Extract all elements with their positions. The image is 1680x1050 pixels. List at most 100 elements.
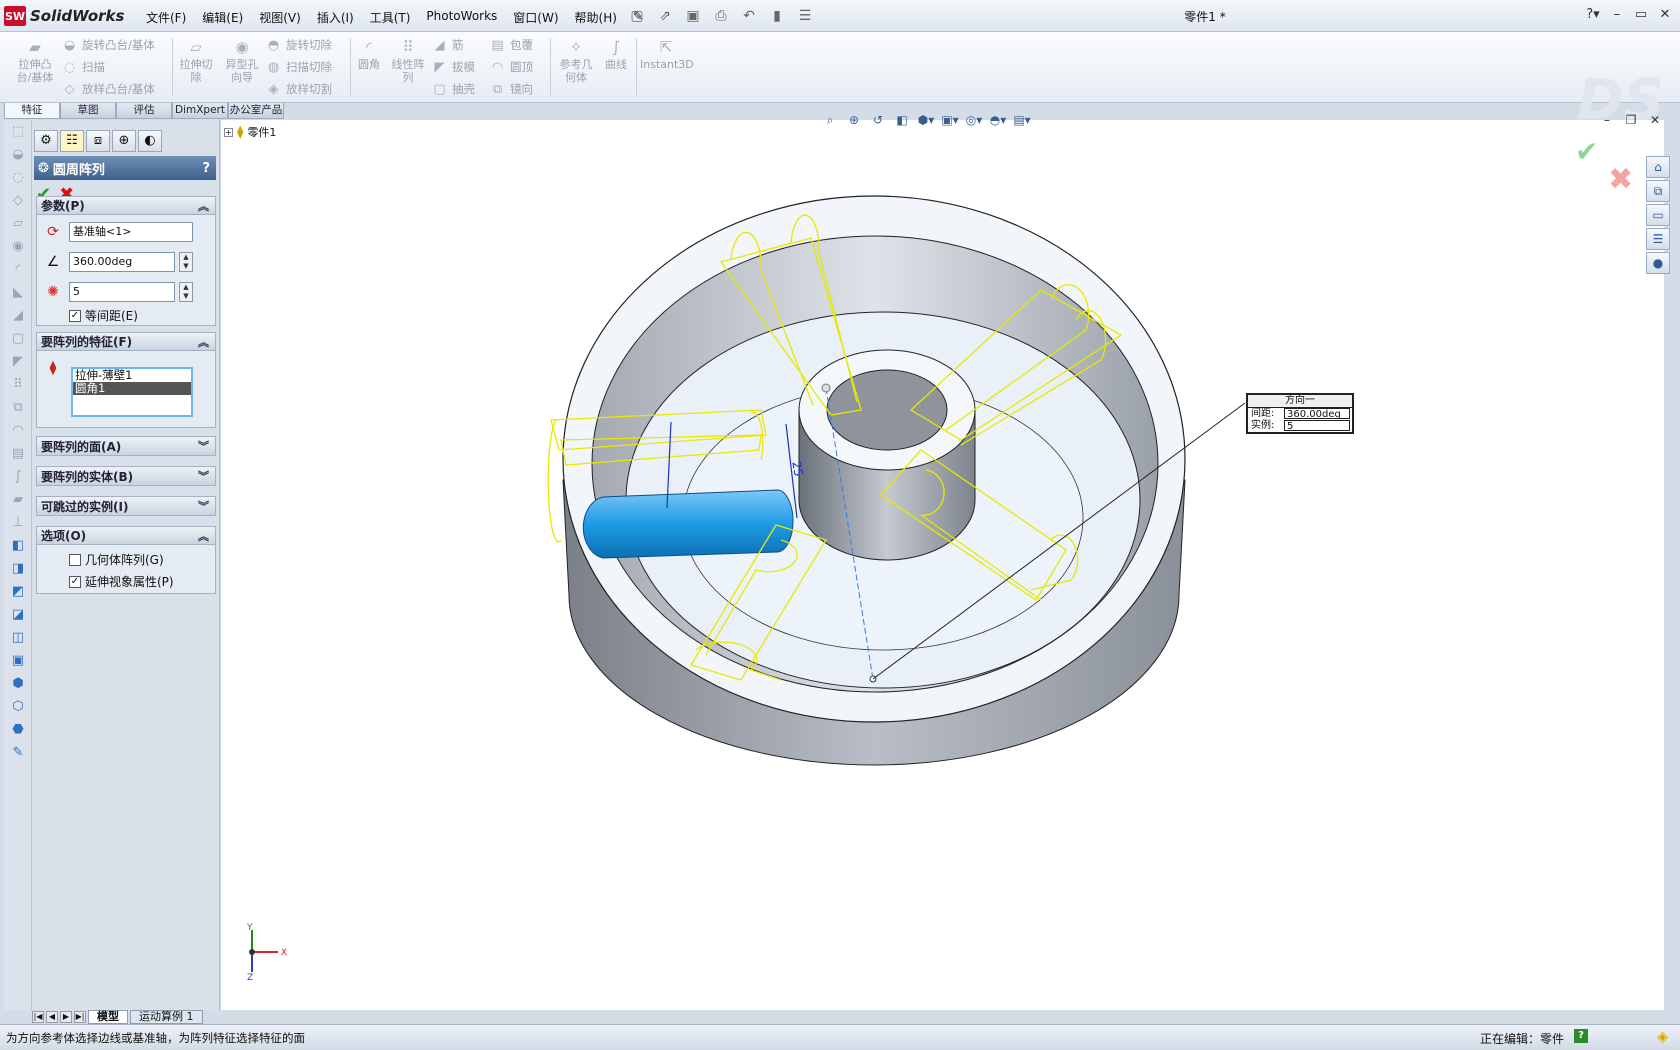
wrap-button[interactable]: ▤ 包覆 [490,35,533,55]
section-view-icon[interactable]: ◧ [892,111,912,129]
prev-tab-icon[interactable]: ◀ [46,1011,58,1023]
curve-icon[interactable]: ∫ [4,465,32,488]
options-header[interactable]: 选项(O) ︽ [37,527,215,545]
instant3d-button[interactable]: ⇱ Instant3D [640,38,694,71]
revolve-boss-button[interactable]: ◒ 旋转凸台/基体 [62,35,155,55]
draft-icon[interactable]: ◤ [4,350,32,373]
view-trimetric-icon[interactable]: ⬡ [4,695,32,718]
menu-help[interactable]: 帮助(H) [567,6,625,29]
next-tab-icon[interactable]: ▶ [60,1011,72,1023]
view-bottom-icon[interactable]: ▣ [4,649,32,672]
configuration-manager-tab-icon[interactable]: ⧈ [86,130,110,152]
view-left-icon[interactable]: ◩ [4,580,32,603]
save-icon[interactable]: ▣ [682,6,704,26]
chamfer-icon[interactable]: ◣ [4,281,32,304]
linear-pattern-button[interactable]: ⠿ 线性阵 列 [388,38,428,84]
revolve-cut-button[interactable]: ◓ 旋转切除 [266,35,332,55]
doc-minimize-icon[interactable]: – [1598,111,1616,129]
wrap-icon[interactable]: ▤ [4,442,32,465]
appearances-icon[interactable]: ● [1646,252,1670,274]
instances-spinner[interactable]: ▲ ▼ [179,282,193,302]
parameters-header[interactable]: 参数(P) ︽ [37,197,215,215]
display-style-icon[interactable]: ▣▾ [940,111,960,129]
tab-features[interactable]: 特征 [4,103,60,119]
options-icon[interactable]: ☰ [794,6,816,26]
revolve-icon[interactable]: ◒ [4,143,32,166]
loft-boss-button[interactable]: ◇ 放样凸台/基体 [62,79,155,99]
pattern-icon[interactable]: ⠿ [4,373,32,396]
cut-icon[interactable]: ▱ [4,212,32,235]
first-tab-icon[interactable]: |◀ [32,1011,44,1023]
tab-motion-study[interactable]: 运动算例 1 [130,1010,203,1024]
view-top-icon[interactable]: ◫ [4,626,32,649]
plane-icon[interactable]: ▰ [4,488,32,511]
last-tab-icon[interactable]: ▶| [74,1011,86,1023]
apply-scene-icon[interactable]: ▤▾ [1012,111,1032,129]
angle-input[interactable]: 360.00deg [69,252,175,272]
menu-edit[interactable]: 编辑(E) [194,6,251,29]
curves-button[interactable]: ∫ 曲线 [600,38,632,71]
menu-view[interactable]: 视图(V) [251,6,309,29]
equal-spacing-checkbox[interactable]: ✓ [69,309,81,322]
minimize-icon[interactable]: – [1606,4,1628,26]
dome-button[interactable]: ◠ 圆顶 [490,57,533,77]
zoom-to-fit-icon[interactable]: ⌕ [820,111,840,129]
view-iso-icon[interactable]: ⬢ [4,672,32,695]
instances-to-skip-group[interactable]: 可跳过的实例(I) ︾ [36,496,216,516]
callout-spacing-value[interactable]: 360.00deg [1284,408,1350,420]
axis-icon[interactable]: ⊥ [4,511,32,534]
bodies-to-pattern-group[interactable]: 要阵列的实体(B) ︾ [36,466,216,486]
shell-button[interactable]: ▢ 抽壳 [432,79,475,99]
new-document-icon[interactable]: ▢ [626,6,648,26]
view-dimetric-icon[interactable]: ⬣ [4,718,32,741]
shell-icon[interactable]: ▢ [4,327,32,350]
sweep-button[interactable]: ◌ 扫描 [62,57,105,77]
previous-view-icon[interactable]: ↺ [868,111,888,129]
part-model-view[interactable]: 25 [221,120,1664,1010]
design-library-icon[interactable]: ⧉ [1646,180,1670,202]
menu-file[interactable]: 文件(F) [138,6,194,29]
extrude-boss-button[interactable]: ▰ 拉伸凸 台/基体 [12,38,58,84]
display-manager-tab-icon[interactable]: ◐ [138,130,162,152]
tab-dimxpert[interactable]: DimXpert [172,103,228,119]
tab-evaluate[interactable]: 评估 [116,103,172,119]
status-help-icon[interactable]: ? [1574,1029,1588,1043]
bodies-to-pattern-header[interactable]: 要阵列的实体(B) ︾ [37,467,215,485]
loft-icon[interactable]: ◇ [4,189,32,212]
edit-appearance-icon[interactable]: ◓▾ [988,111,1008,129]
print-icon[interactable]: ⎙ [710,6,732,26]
features-to-pattern-header[interactable]: 要阵列的特征(F) ︽ [37,333,215,351]
tag-icon[interactable]: ◈ [1657,1029,1668,1045]
view-front-icon[interactable]: ◧ [4,534,32,557]
view-right-icon[interactable]: ◪ [4,603,32,626]
features-list[interactable]: 拉伸-薄壁1 圆角1 [71,367,193,417]
hole-wizard-button[interactable]: ◉ 异型孔 向导 [220,38,264,84]
graphics-area[interactable]: 25 [221,120,1664,1010]
feature-manager-tab-icon[interactable]: ⚙ [34,130,58,152]
mirror-button[interactable]: ⧉ 镜向 [490,79,533,99]
close-icon[interactable]: ✕ [1654,4,1676,26]
tree-expand-icon[interactable]: + [224,127,233,137]
mirror-icon[interactable]: ⧉ [4,396,32,419]
select-icon[interactable]: ▮ [766,6,788,26]
sweep-icon[interactable]: ◌ [4,166,32,189]
draft-button[interactable]: ◤ 拔模 [432,57,476,77]
geometry-pattern-checkbox[interactable] [69,553,81,566]
instances-to-skip-header[interactable]: 可跳过的实例(I) ︾ [37,497,215,515]
view-palette-icon[interactable]: ☰ [1646,228,1670,250]
axis-selection-field[interactable]: 基准轴<1> [69,222,193,242]
hole-icon[interactable]: ◉ [4,235,32,258]
solidworks-logo[interactable]: SW SolidWorks [4,5,130,27]
dimension-label[interactable]: 25 [789,460,805,477]
extrude-icon[interactable]: ⬚ [4,120,32,143]
menu-window[interactable]: 窗口(W) [505,6,566,29]
faces-to-pattern-group[interactable]: 要阵列的面(A) ︾ [36,436,216,456]
expand-icon[interactable]: ︾ [198,468,209,484]
angle-spinner[interactable]: ▲ ▼ [179,252,193,272]
swept-cut-button[interactable]: ◍ 扫描切除 [266,57,332,77]
tree-root-label[interactable]: 零件1 [247,124,276,140]
view-orientation-icon[interactable]: ⬢▾ [916,111,936,129]
undo-icon[interactable]: ↶ [738,6,760,26]
expand-icon[interactable]: ︾ [198,498,209,514]
pattern-callout[interactable]: 方向一 间距: 360.00deg 实例: 5 [1246,393,1354,434]
